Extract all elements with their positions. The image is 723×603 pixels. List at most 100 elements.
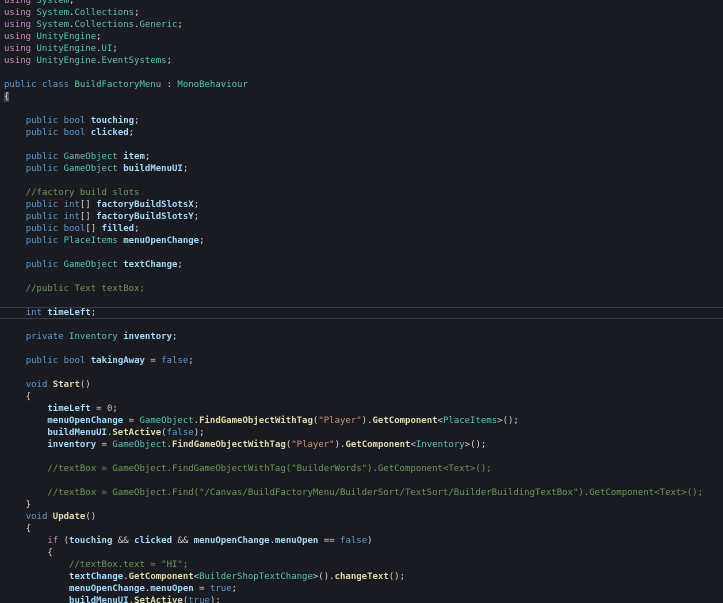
code-token — [4, 332, 26, 342]
code-line[interactable]: void Start() — [0, 379, 723, 391]
code-token: factoryBuildSlotsX — [96, 200, 194, 210]
code-token: && — [172, 536, 194, 546]
code-line[interactable]: public bool touching; — [0, 115, 723, 127]
code-line[interactable] — [0, 319, 723, 331]
code-line[interactable] — [0, 367, 723, 379]
code-token: clicked — [91, 128, 129, 138]
code-line[interactable]: public int[] factoryBuildSlotsX; — [0, 199, 723, 211]
code-token: clicked — [134, 536, 172, 546]
code-line[interactable]: public bool clicked; — [0, 127, 723, 139]
code-line[interactable]: void Update() — [0, 511, 723, 523]
code-token: public — [26, 164, 59, 174]
code-line[interactable]: buildMenuUI.SetActive(true); — [0, 595, 723, 603]
code-line[interactable]: textChange.GetComponent<BuilderShopTextC… — [0, 571, 723, 583]
code-line[interactable]: //public Text textBox; — [0, 283, 723, 295]
code-line[interactable]: timeLeft = 0; — [0, 403, 723, 415]
code-line[interactable]: { — [0, 523, 723, 535]
code-line[interactable]: using UnityEngine.EventSystems; — [0, 55, 723, 67]
code-editor[interactable]: using System;using System.Collections;us… — [0, 0, 723, 603]
code-token: ). — [362, 416, 373, 426]
code-line[interactable] — [0, 475, 723, 487]
code-line[interactable] — [0, 295, 723, 307]
code-line[interactable]: public GameObject item; — [0, 151, 723, 163]
code-token: PlaceItems — [64, 236, 118, 246]
code-line[interactable]: public GameObject buildMenuUI; — [0, 163, 723, 175]
code-token: menuOpen — [150, 584, 193, 594]
code-line[interactable] — [0, 271, 723, 283]
code-line[interactable]: menuOpenChange = GameObject.FindGameObje… — [0, 415, 723, 427]
code-token: public — [26, 200, 59, 210]
code-line[interactable]: public int[] factoryBuildSlotsY; — [0, 211, 723, 223]
code-token: menuOpenChange — [69, 584, 145, 594]
code-token: >(); — [497, 416, 519, 426]
code-token: int — [64, 212, 80, 222]
code-token: ; — [194, 212, 199, 222]
code-token: changeText — [335, 572, 389, 582]
code-token: ; — [194, 200, 199, 210]
code-token: textChange — [123, 260, 177, 270]
code-token: //textBox = GameObject.Find("/Canvas/Bui… — [47, 488, 703, 498]
code-token: void — [26, 380, 48, 390]
code-token: ; — [188, 356, 193, 366]
code-line[interactable]: { — [0, 91, 723, 103]
code-line[interactable]: public bool takingAway = false; — [0, 355, 723, 367]
code-token: textChange — [69, 572, 123, 582]
code-token: item — [123, 152, 145, 162]
code-token: using — [4, 56, 31, 66]
code-line[interactable]: //textBox = GameObject.Find("/Canvas/Bui… — [0, 487, 723, 499]
code-token: [] — [80, 200, 96, 210]
code-line[interactable]: { — [0, 391, 723, 403]
code-token: GetComponent — [373, 416, 438, 426]
code-line[interactable] — [0, 247, 723, 259]
code-line[interactable]: private Inventory inventory; — [0, 331, 723, 343]
code-token: [] — [80, 212, 96, 222]
code-line[interactable]: public class BuildFactoryMenu : MonoBeha… — [0, 79, 723, 91]
code-line[interactable]: if (touching && clicked && menuOpenChang… — [0, 535, 723, 547]
code-line[interactable]: using System.Collections; — [0, 7, 723, 19]
code-line[interactable]: //factory build slots — [0, 187, 723, 199]
code-line[interactable]: int timeLeft; — [0, 307, 723, 319]
code-token: { — [4, 524, 31, 534]
code-token: } — [4, 500, 31, 510]
code-line[interactable]: using System.Collections.Generic; — [0, 19, 723, 31]
code-line[interactable] — [0, 343, 723, 355]
code-token: () — [80, 380, 91, 390]
code-token: public — [26, 356, 59, 366]
code-line[interactable]: public bool[] filled; — [0, 223, 723, 235]
code-token: ; — [232, 584, 237, 594]
code-line[interactable] — [0, 103, 723, 115]
code-token: FindGameObjectWithTag — [199, 416, 313, 426]
code-token: System — [37, 0, 70, 6]
code-line[interactable]: menuOpenChange.menuOpen = true; — [0, 583, 723, 595]
code-line[interactable]: using UnityEngine; — [0, 31, 723, 43]
code-line[interactable]: using UnityEngine.UI; — [0, 43, 723, 55]
code-token: public — [26, 116, 59, 126]
code-token: : — [161, 80, 177, 90]
code-token: UnityEngine — [37, 44, 97, 54]
code-token: { — [4, 548, 53, 558]
code-line[interactable] — [0, 67, 723, 79]
code-token: Update — [53, 512, 86, 522]
code-token: ( — [58, 536, 69, 546]
code-line[interactable]: using System; — [0, 0, 723, 7]
code-line[interactable]: public GameObject textChange; — [0, 259, 723, 271]
code-token: GetComponent — [129, 572, 194, 582]
code-line[interactable]: //textBox = GameObject.FindGameObjectWit… — [0, 463, 723, 475]
code-line[interactable]: public PlaceItems menuOpenChange; — [0, 235, 723, 247]
code-token — [4, 284, 26, 294]
code-token: GameObject — [112, 440, 166, 450]
code-line[interactable] — [0, 175, 723, 187]
code-token: "Player" — [291, 440, 334, 450]
code-line[interactable]: { — [0, 547, 723, 559]
code-line[interactable] — [0, 451, 723, 463]
code-line[interactable]: buildMenuUI.SetActive(false); — [0, 427, 723, 439]
code-token — [4, 152, 26, 162]
code-token: private — [26, 332, 64, 342]
code-line[interactable]: //textBox.text = "HI"; — [0, 559, 723, 571]
code-line[interactable]: } — [0, 499, 723, 511]
code-token: public — [26, 212, 59, 222]
code-token: filled — [102, 224, 135, 234]
code-line[interactable] — [0, 139, 723, 151]
code-line[interactable]: inventory = GameObject.FindGameObjectWit… — [0, 439, 723, 451]
code-token: Collections — [74, 8, 134, 18]
